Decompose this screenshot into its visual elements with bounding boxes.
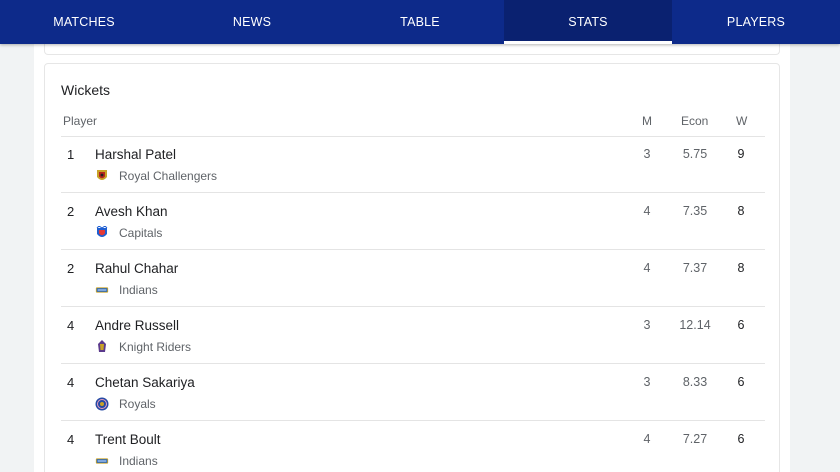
team-name: Royals [119, 397, 156, 411]
player-rank: 4 [67, 375, 75, 390]
matches-value: 4 [643, 432, 651, 446]
player-rank: 2 [67, 204, 75, 219]
player-rank: 4 [67, 318, 75, 333]
royal-challengers-logo-icon [95, 169, 109, 183]
player-team: Indians [95, 283, 158, 297]
team-name: Knight Riders [119, 340, 192, 354]
player-name: Rahul Chahar [95, 261, 179, 276]
wickets-card: Wickets Player M Econ W 1 Harshal Patel … [44, 63, 780, 472]
wickets-value: 9 [737, 147, 745, 161]
tab-stats[interactable]: STATS [504, 0, 672, 44]
wickets-value: 6 [737, 318, 745, 332]
player-team: Knight Riders [95, 340, 191, 354]
player-rank: 2 [67, 261, 75, 276]
column-header-player: Player [63, 114, 98, 128]
player-name: Avesh Khan [95, 204, 168, 219]
matches-value: 3 [643, 318, 651, 332]
player-rank: 4 [67, 432, 75, 447]
table-row[interactable]: 4 Trent Boult Indians 4 7.27 6 [61, 421, 765, 472]
wickets-value: 6 [737, 432, 745, 446]
economy-value: 7.35 [682, 204, 708, 218]
player-team: Royals [95, 397, 156, 411]
player-name: Trent Boult [95, 432, 161, 447]
top-navigation: MATCHES NEWS TABLE STATS PLAYERS [0, 0, 840, 44]
royals-logo-icon [95, 397, 109, 411]
team-name: Capitals [119, 226, 163, 240]
wickets-value: 6 [737, 375, 745, 389]
table-row[interactable]: 4 Andre Russell Knight Riders 3 12.14 6 [61, 307, 765, 364]
tab-news[interactable]: NEWS [168, 0, 336, 44]
wickets-value: 8 [737, 204, 745, 218]
economy-value: 7.37 [682, 261, 708, 275]
indians-logo-icon [95, 454, 109, 468]
table-row[interactable]: 2 Avesh Khan Capitals 4 7.35 8 [61, 193, 765, 250]
player-name: Harshal Patel [95, 147, 177, 162]
column-header-matches: M [642, 114, 652, 128]
table-row[interactable]: 4 Chetan Sakariya Royals 3 8.33 6 [61, 364, 765, 421]
column-header-wickets: W [736, 114, 748, 128]
economy-value: 12.14 [679, 318, 711, 332]
tab-table[interactable]: TABLE [336, 0, 504, 44]
wickets-table: 1 Harshal Patel Royal Challengers 3 5.75… [61, 136, 765, 472]
wickets-value: 8 [737, 261, 745, 275]
previous-card-edge [44, 44, 780, 55]
economy-value: 8.33 [682, 375, 708, 389]
matches-value: 4 [643, 204, 651, 218]
matches-value: 3 [643, 147, 651, 161]
economy-value: 7.27 [682, 432, 708, 446]
economy-value: 5.75 [682, 147, 708, 161]
player-rank: 1 [67, 147, 75, 162]
card-title: Wickets [61, 82, 110, 98]
knight-riders-logo-icon [95, 340, 109, 354]
tab-players[interactable]: PLAYERS [672, 0, 840, 44]
matches-value: 4 [643, 261, 651, 275]
team-name: Royal Challengers [119, 169, 218, 183]
team-name: Indians [119, 283, 158, 297]
indians-logo-icon [95, 283, 109, 297]
player-name: Chetan Sakariya [95, 375, 195, 390]
column-header-economy: Econ [681, 114, 709, 128]
matches-value: 3 [643, 375, 651, 389]
player-team: Royal Challengers [95, 169, 217, 183]
tab-matches[interactable]: MATCHES [0, 0, 168, 44]
table-row[interactable]: 2 Rahul Chahar Indians 4 7.37 8 [61, 250, 765, 307]
player-name: Andre Russell [95, 318, 180, 333]
player-team: Indians [95, 454, 158, 468]
capitals-logo-icon [95, 226, 109, 240]
player-team: Capitals [95, 226, 162, 240]
team-name: Indians [119, 454, 158, 468]
table-row[interactable]: 1 Harshal Patel Royal Challengers 3 5.75… [61, 136, 765, 193]
